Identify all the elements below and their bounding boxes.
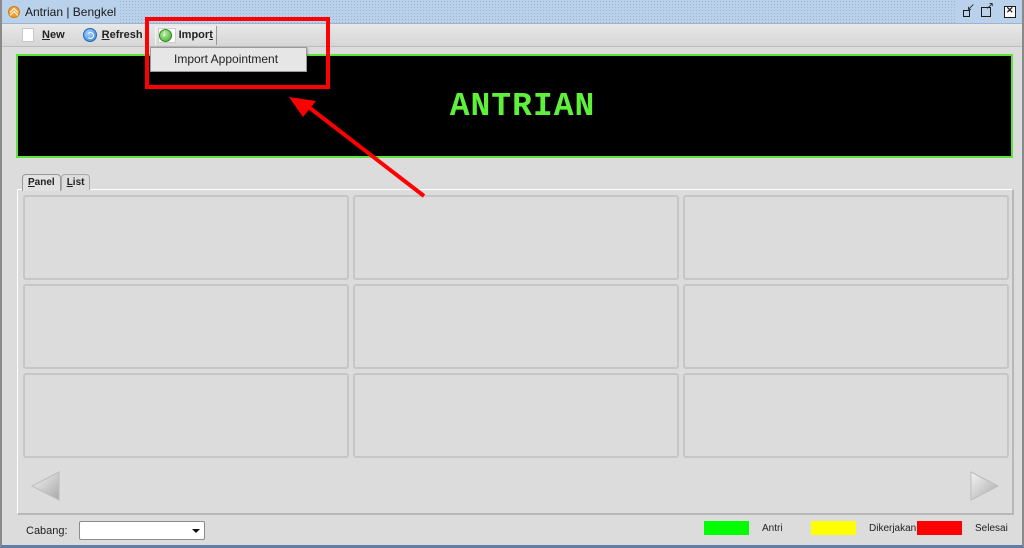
queue-slot[interactable] [353,373,679,458]
status-bar: Cabang: Antri Dikerjakan Selesai [2,516,1022,545]
triangle-left-icon [30,471,60,501]
menu-item-import-appointment[interactable]: Import Appointment [151,48,306,71]
import-button[interactable]: Import [154,25,217,45]
import-dropdown-menu: Import Appointment [150,47,307,72]
queue-slot[interactable] [683,284,1009,369]
tab-panel-label: anel [34,177,55,188]
queue-slot[interactable] [23,195,349,280]
next-page-button[interactable] [968,470,1000,502]
close-icon[interactable] [1004,5,1016,18]
refresh-button[interactable]: Refresh [79,26,147,45]
restore-icon[interactable] [962,2,975,18]
import-label: Import [179,29,213,41]
legend-label-selesai: Selesai [975,522,1008,534]
cabang-label: Cabang: [26,525,68,537]
new-mnemonic: N [42,29,50,41]
tab-panel-mnemonic: P [28,177,35,188]
maximize-icon[interactable] [980,1,994,18]
legend-dikerjakan: Dikerjakan [811,521,916,535]
app-window: Antrian | Bengkel New Refresh Import Imp… [0,0,1024,548]
queue-slot[interactable] [353,195,679,280]
tab-list[interactable]: List [60,174,91,190]
queue-slot[interactable] [683,195,1009,280]
refresh-label-rest: efresh [109,29,143,41]
previous-page-button[interactable] [30,470,62,502]
import-label-pre: Impor [178,29,210,41]
banner-title: ANTRIAN [449,87,596,125]
queue-slot[interactable] [23,284,349,369]
refresh-label: Refresh [102,29,143,41]
triangle-right-icon [970,471,1000,501]
new-label: New [42,29,65,41]
import-icon-frame [157,27,176,43]
panel-tab-content [17,189,1014,515]
queue-slot[interactable] [23,373,349,458]
new-document-icon [22,28,34,42]
view-tabs: Panel List [22,174,91,191]
legend-selesai: Selesai [917,521,1008,535]
new-label-rest: ew [49,29,65,41]
tab-list-label: ist [72,177,85,188]
new-button[interactable]: New [18,26,69,45]
queue-slot[interactable] [353,284,679,369]
cabang-select[interactable] [79,521,205,540]
queue-grid [23,195,1009,458]
import-icon [158,28,172,42]
toolbar: New Refresh Import [2,24,1022,47]
legend-label-antri: Antri [762,522,783,534]
queue-slot[interactable] [683,373,1009,458]
import-mnemonic: t [209,29,213,41]
window-title: Antrian | Bengkel [25,4,117,19]
app-icon [8,5,20,18]
window-controls [956,0,1022,23]
refresh-icon [82,28,97,42]
legend-swatch-selesai [917,521,962,535]
tab-panel[interactable]: Panel [22,174,61,191]
legend-swatch-dikerjakan [811,521,856,535]
legend-label-dikerjakan: Dikerjakan [869,522,917,534]
legend-antri: Antri [704,521,783,535]
legend-swatch-antri [704,521,749,535]
title-bar[interactable]: Antrian | Bengkel [2,0,1022,24]
title-area: Antrian | Bengkel [2,0,121,23]
refresh-mnemonic: R [101,29,110,41]
